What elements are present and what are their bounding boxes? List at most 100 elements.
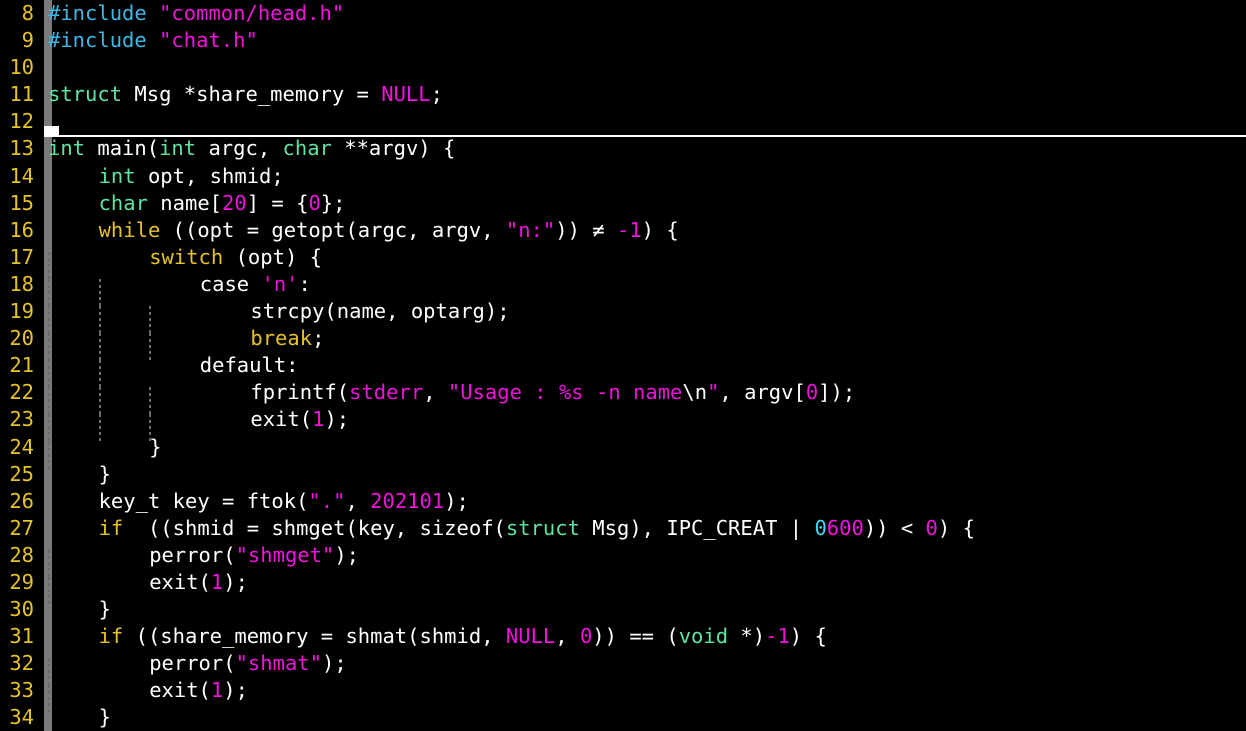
line-number: 10 xyxy=(9,55,34,80)
code-line[interactable]: 33 exit(1); xyxy=(0,677,1246,713)
code-line[interactable]: 8 #include "common/head.h" xyxy=(0,0,1246,27)
token-identifier: ((opt = getopt(argc, argv, xyxy=(160,217,506,242)
code-line[interactable]: 28 perror("shmget"); xyxy=(0,542,1246,577)
code-line[interactable]: 25 } xyxy=(0,461,1246,488)
token-punct: ); xyxy=(223,569,248,594)
token-number: 1 xyxy=(312,407,325,432)
token-default-label: default: xyxy=(199,353,299,378)
code-line[interactable]: 15 char name[20] = {0}; xyxy=(0,190,1246,217)
token-not-equal-ligature: ≠ xyxy=(592,217,605,242)
line-content[interactable]: #include "common/head.h" xyxy=(34,0,344,27)
code-line[interactable]: 32 perror("shmat"); xyxy=(0,650,1246,686)
line-number: 26 xyxy=(9,488,34,513)
line-content[interactable]: exit(1); xyxy=(34,406,349,442)
line-content[interactable]: #include "chat.h" xyxy=(34,27,258,54)
line-content[interactable]: while ((opt = getopt(argc, argv, "n:")) … xyxy=(34,217,679,244)
line-content[interactable]: break; xyxy=(34,325,325,361)
line-content[interactable]: } xyxy=(34,596,111,623)
code-line[interactable]: 21 default: xyxy=(0,352,1246,388)
line-content[interactable]: char name[20] = {0}; xyxy=(34,190,346,217)
line-number: 18 xyxy=(9,271,34,296)
line-content[interactable]: perror("shmat"); xyxy=(34,650,347,686)
code-text-area[interactable]: 8 #include "common/head.h" 9 #include "c… xyxy=(0,0,1246,731)
token-identifier xyxy=(605,218,617,242)
code-line[interactable]: 31 if ((share_memory = shmat(shmid, NULL… xyxy=(0,623,1246,650)
line-number: 29 xyxy=(9,569,34,594)
token-identifier: )) xyxy=(555,217,593,242)
code-line[interactable]: 19 strcpy(name, optarg); xyxy=(0,298,1246,334)
token-number: 0 xyxy=(579,624,593,649)
code-line[interactable]: 10 xyxy=(0,54,1246,81)
token-identifier: )) < xyxy=(863,515,926,540)
line-number: 23 xyxy=(9,407,34,432)
line-content[interactable]: perror("shmget"); xyxy=(34,542,360,577)
token-null: NULL xyxy=(381,82,431,107)
token-brace: } xyxy=(149,434,162,459)
code-line[interactable]: 24 } xyxy=(0,434,1246,469)
line-content[interactable]: exit(1); xyxy=(34,677,248,713)
line-number: 14 xyxy=(9,163,34,188)
line-content[interactable]: default: xyxy=(34,352,299,388)
line-content[interactable]: case 'n': xyxy=(34,271,311,306)
line-content[interactable]: int main(int argc, char **argv) { xyxy=(34,135,455,162)
code-line[interactable]: 26 key_t key = ftok(".", 202101); xyxy=(0,488,1246,515)
token-string: " xyxy=(707,380,720,405)
line-content[interactable]: int opt, shmid; xyxy=(34,163,284,190)
line-content[interactable]: } xyxy=(34,704,111,731)
token-string: "." xyxy=(308,488,346,513)
token-identifier: name[ xyxy=(147,190,223,215)
line-number: 9 xyxy=(21,28,34,53)
code-line[interactable]: 16 while ((opt = getopt(argc, argv, "n:"… xyxy=(0,217,1246,244)
code-line[interactable]: 34 } xyxy=(0,704,1246,731)
token-identifier: argc, xyxy=(196,136,283,161)
code-line[interactable]: 30 } xyxy=(0,596,1246,623)
line-number: 27 xyxy=(9,515,34,540)
line-content[interactable]: } xyxy=(34,434,162,469)
token-identifier: , argv[ xyxy=(719,380,806,405)
token-identifier: ) { xyxy=(641,217,679,242)
token-punct: ); xyxy=(334,542,360,567)
line-number: 32 xyxy=(9,651,34,676)
token-identifier: opt, shmid; xyxy=(135,163,284,188)
line-number: 13 xyxy=(9,136,34,161)
line-number: 24 xyxy=(9,434,34,459)
line-content[interactable]: if ((share_memory = shmat(shmid, NULL, 0… xyxy=(34,623,827,650)
token-keyword: if xyxy=(98,515,124,540)
token-function-call: strcpy(name, optarg); xyxy=(250,299,510,324)
code-line[interactable]: 20 break; xyxy=(0,325,1246,361)
token-punct: : xyxy=(298,271,311,296)
code-line[interactable]: 11 struct Msg *share_memory = NULL; xyxy=(0,81,1246,108)
code-line[interactable]: 12 xyxy=(0,108,1246,135)
line-number: 22 xyxy=(9,380,34,405)
line-content[interactable]: if ((shmid = shmget(key, sizeof(struct M… xyxy=(34,515,975,542)
code-line[interactable]: 13 int main(int argc, char **argv) { xyxy=(0,135,1246,162)
line-content[interactable]: exit(1); xyxy=(34,569,248,604)
token-punct: ); xyxy=(444,488,469,513)
code-line[interactable]: 9 #include "chat.h" xyxy=(0,27,1246,54)
code-line[interactable]: 29 exit(1); xyxy=(0,569,1246,604)
line-number: 21 xyxy=(9,353,34,378)
token-case-label: case xyxy=(199,271,262,296)
code-line[interactable]: 14 int opt, shmid; xyxy=(0,163,1246,190)
line-content[interactable]: strcpy(name, optarg); xyxy=(34,298,510,334)
line-content[interactable]: } xyxy=(34,461,111,488)
line-content[interactable]: struct Msg *share_memory = NULL; xyxy=(34,81,443,108)
code-line[interactable]: 18 case 'n': xyxy=(0,271,1246,306)
code-line[interactable]: 23 exit(1); xyxy=(0,406,1246,442)
token-string: "shmat" xyxy=(235,651,322,676)
code-line[interactable]: 22 fprintf(stderr, "Usage : %s -n name\n… xyxy=(0,379,1246,415)
code-line[interactable]: 27 if ((shmid = shmget(key, sizeof(struc… xyxy=(0,515,1246,542)
line-content[interactable]: switch (opt) { xyxy=(34,244,322,279)
line-content[interactable]: key_t key = ftok(".", 202101); xyxy=(34,488,469,515)
token-keyword-struct: struct xyxy=(505,515,580,540)
line-content[interactable]: fprintf(stderr, "Usage : %s -n name\n", … xyxy=(34,379,855,415)
token-identifier: key_t key = ftok( xyxy=(98,488,309,513)
token-keyword: while xyxy=(98,217,161,242)
token-keyword: switch xyxy=(149,244,224,269)
token-string: "Usage : %s -n name xyxy=(447,380,683,405)
code-line[interactable]: 17 switch (opt) { xyxy=(0,244,1246,279)
token-punct: ; xyxy=(312,326,325,351)
token-preprocessor: #include xyxy=(48,1,147,25)
token-punct: ) { xyxy=(937,515,975,540)
